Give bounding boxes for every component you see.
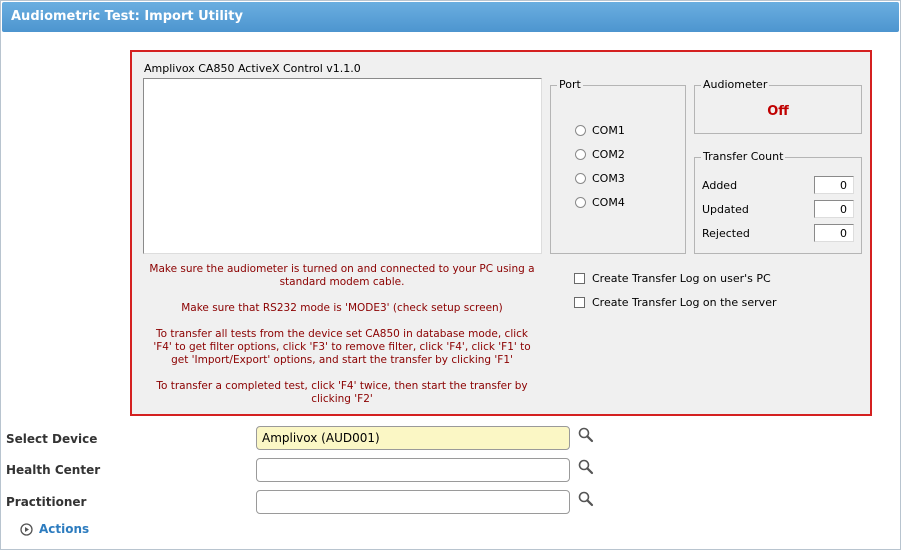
actions-link[interactable]: Actions	[20, 522, 89, 536]
search-icon[interactable]	[577, 426, 595, 444]
port-option-com4[interactable]: COM4	[575, 196, 625, 209]
port-option-com3[interactable]: COM3	[575, 172, 625, 185]
transfer-count-label: Updated	[702, 203, 749, 216]
audiometer-group-title: Audiometer	[701, 78, 770, 91]
port-group-title: Port	[557, 78, 583, 91]
audiometer-group: Audiometer Off	[694, 78, 862, 134]
instructions: Make sure the audiometer is turned on an…	[146, 263, 538, 419]
transfer-count-label: Rejected	[702, 227, 750, 240]
practitioner-label: Practitioner	[6, 495, 87, 509]
transfer-count-value: 0	[814, 200, 854, 218]
transfer-count-title: Transfer Count	[701, 150, 786, 163]
actions-label: Actions	[39, 522, 90, 536]
transfer-count-label: Added	[702, 179, 738, 192]
port-option-com1[interactable]: COM1	[575, 124, 625, 137]
port-option-label: COM3	[592, 172, 625, 185]
activex-control-panel: Amplivox CA850 ActiveX Control v1.1.0 Po…	[130, 50, 872, 416]
select-device-input[interactable]: Amplivox (AUD001)	[256, 426, 570, 450]
checkbox-icon[interactable]	[574, 273, 585, 284]
radio-icon[interactable]	[575, 197, 586, 208]
log-output-area[interactable]	[143, 78, 542, 254]
checkbox-label: Create Transfer Log on user's PC	[592, 272, 771, 285]
activex-label: Amplivox CA850 ActiveX Control v1.1.0	[144, 62, 361, 75]
search-icon[interactable]	[577, 458, 595, 476]
radio-icon[interactable]	[575, 149, 586, 160]
transfer-count-value: 0	[814, 176, 854, 194]
practitioner-input[interactable]	[256, 490, 570, 514]
transfer-count-group: Transfer Count Added 0 Updated 0 Rejecte…	[694, 150, 862, 254]
port-group: Port COM1 COM2 COM3 COM4	[550, 78, 686, 254]
search-icon[interactable]	[577, 490, 595, 508]
checkbox-log-user-pc[interactable]: Create Transfer Log on user's PC	[574, 272, 771, 285]
instruction-text: To transfer a completed test, click 'F4'…	[156, 380, 528, 405]
port-option-label: COM4	[592, 196, 625, 209]
audiometer-status: Off	[767, 104, 789, 119]
page-title: Audiometric Test: Import Utility	[2, 2, 899, 32]
play-circle-icon	[20, 522, 33, 536]
radio-icon[interactable]	[575, 173, 586, 184]
transfer-count-value: 0	[814, 224, 854, 242]
select-device-label: Select Device	[6, 432, 98, 446]
checkbox-label: Create Transfer Log on the server	[592, 296, 777, 309]
radio-icon[interactable]	[575, 125, 586, 136]
instruction-text: To transfer all tests from the device se…	[153, 328, 531, 366]
instruction-text: Make sure that RS232 mode is 'MODE3' (ch…	[181, 302, 503, 314]
health-center-input[interactable]	[256, 458, 570, 482]
port-option-com2[interactable]: COM2	[575, 148, 625, 161]
port-option-label: COM1	[592, 124, 625, 137]
checkbox-log-server[interactable]: Create Transfer Log on the server	[574, 296, 777, 309]
checkbox-icon[interactable]	[574, 297, 585, 308]
instruction-text: Make sure the audiometer is turned on an…	[149, 263, 535, 288]
health-center-label: Health Center	[6, 463, 101, 477]
port-option-label: COM2	[592, 148, 625, 161]
